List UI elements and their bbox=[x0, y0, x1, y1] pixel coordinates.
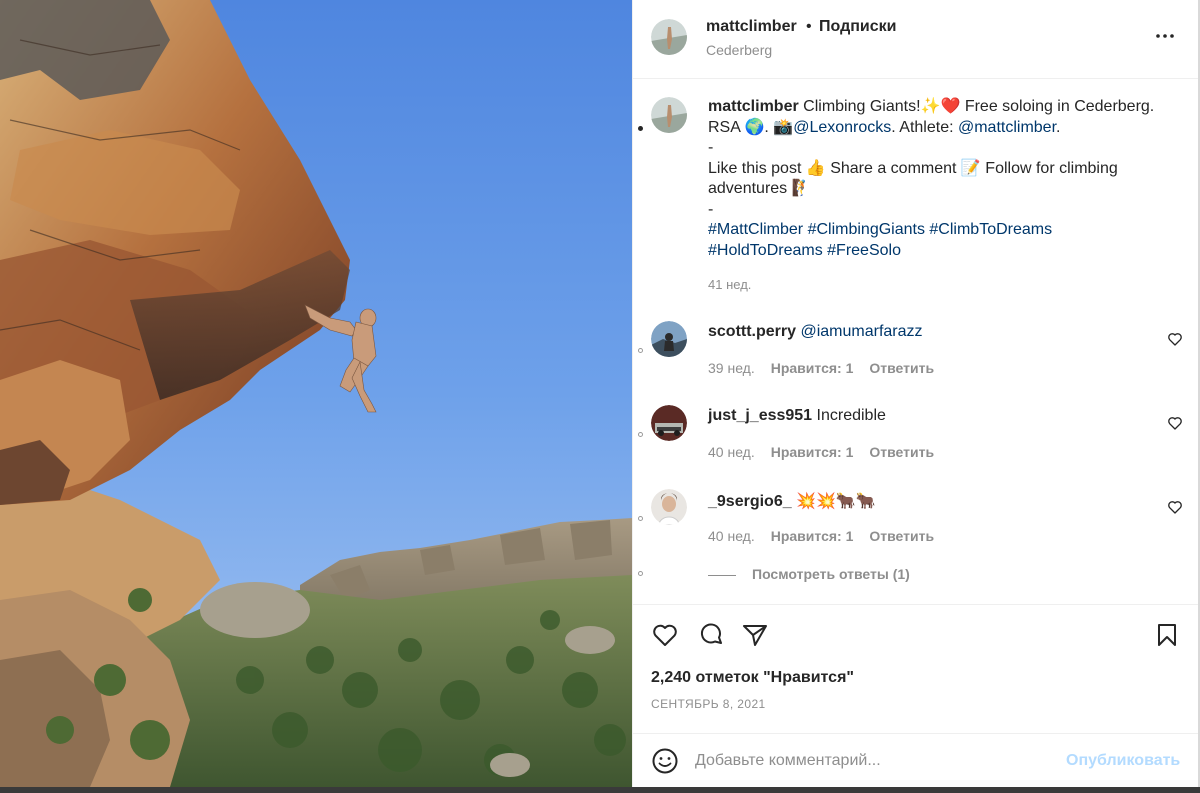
comment-icon[interactable] bbox=[697, 621, 725, 649]
mention-link[interactable]: @iamumarfarazz bbox=[800, 323, 922, 340]
author-avatar[interactable] bbox=[651, 97, 687, 133]
reply-button[interactable]: Ответить bbox=[869, 444, 934, 460]
reply-button[interactable]: Ответить bbox=[869, 360, 934, 376]
post-detail-panel: mattclimber • Подписки Cederberg mattcli… bbox=[632, 0, 1199, 787]
caption-username[interactable]: mattclimber bbox=[708, 98, 799, 115]
post-date[interactable]: СЕНТЯБРЬ 8, 2021 bbox=[651, 697, 766, 711]
comment-meta: 40 нед. Нравится: 1 Ответить bbox=[708, 528, 950, 544]
comment-username[interactable]: scottt.perry bbox=[708, 323, 796, 340]
share-icon[interactable] bbox=[741, 621, 769, 649]
emoji-icon[interactable] bbox=[651, 747, 679, 775]
commenter-avatar[interactable] bbox=[651, 405, 687, 441]
commenter-avatar[interactable] bbox=[651, 321, 687, 357]
list-bullet bbox=[638, 348, 643, 353]
mention-link[interactable]: @mattclimber bbox=[958, 119, 1056, 136]
comment-likes[interactable]: Нравится: 1 bbox=[771, 360, 854, 376]
likes-count[interactable]: 2,240 отметок "Нравится" bbox=[651, 669, 854, 687]
comment-time[interactable]: 40 нед. bbox=[708, 444, 755, 460]
comment-text: just_j_ess951 Incredible bbox=[708, 407, 886, 425]
replies-dash bbox=[708, 574, 736, 576]
comment-item: scottt.perry @iamumarfarazz 39 нед. Нрави… bbox=[633, 321, 1199, 405]
comment-text: scottt.perry @iamumarfarazz bbox=[708, 323, 923, 341]
author-avatar[interactable] bbox=[651, 19, 687, 55]
caption-dash: - bbox=[708, 139, 714, 156]
following-button[interactable]: Подписки bbox=[819, 18, 896, 36]
heart-icon[interactable] bbox=[1167, 415, 1183, 431]
post-actions: 2,240 отметок "Нравится" СЕНТЯБРЬ 8, 202… bbox=[633, 604, 1199, 787]
caption-timestamp[interactable]: 41 нед. bbox=[708, 277, 751, 292]
comment-body: Incredible bbox=[812, 407, 886, 424]
comment-text: _9sergio6_ 💥💥🐂🐂 bbox=[708, 491, 876, 511]
comment-likes[interactable]: Нравится: 1 bbox=[771, 528, 854, 544]
comment-body: 💥💥🐂🐂 bbox=[791, 493, 876, 510]
mention-link[interactable]: @Lexonrocks bbox=[793, 119, 891, 136]
background-strip bbox=[0, 787, 1200, 793]
post-photo[interactable] bbox=[0, 0, 632, 787]
post-header: mattclimber • Подписки Cederberg bbox=[633, 0, 1199, 79]
caption-dash: - bbox=[708, 200, 714, 218]
bookmark-icon[interactable] bbox=[1153, 621, 1181, 649]
reply-button[interactable]: Ответить bbox=[869, 528, 934, 544]
comment-item: just_j_ess951 Incredible 40 нед. Нравится… bbox=[633, 405, 1199, 489]
heart-icon[interactable] bbox=[1167, 331, 1183, 347]
caption-text: mattclimber Climbing Giants!✨❤️ Free sol… bbox=[708, 97, 1168, 296]
view-replies-button[interactable]: Посмотреть ответы (1) bbox=[708, 566, 910, 584]
header-separator: • bbox=[806, 18, 812, 35]
comment-meta: 39 нед. Нравится: 1 Ответить bbox=[708, 360, 950, 376]
comment-item: _9sergio6_ 💥💥🐂🐂 40 нед. Нравится: 1 Ответи… bbox=[633, 489, 1199, 573]
view-replies-label: Посмотреть ответы (1) bbox=[752, 566, 910, 582]
list-bullet bbox=[638, 571, 643, 576]
hashtag-links[interactable]: #MattClimber #ClimbingGiants #ClimbToDre… bbox=[708, 221, 1052, 259]
list-bullet bbox=[638, 516, 643, 521]
comment-meta: 40 нед. Нравится: 1 Ответить bbox=[708, 444, 950, 460]
post-viewer: mattclimber • Подписки Cederberg mattcli… bbox=[0, 0, 1200, 793]
climbing-photo bbox=[0, 0, 632, 787]
list-bullet bbox=[638, 126, 643, 131]
heart-icon[interactable] bbox=[1167, 499, 1183, 515]
comment-time[interactable]: 40 нед. bbox=[708, 528, 755, 544]
comment-username[interactable]: just_j_ess951 bbox=[708, 407, 812, 424]
caption-line: . Athlete: bbox=[891, 118, 958, 136]
commenter-avatar[interactable] bbox=[651, 489, 687, 525]
comment-likes[interactable]: Нравится: 1 bbox=[771, 444, 854, 460]
comment-input[interactable] bbox=[695, 746, 1055, 776]
publish-button[interactable]: Опубликовать bbox=[1066, 752, 1180, 770]
list-bullet bbox=[638, 432, 643, 437]
post-location[interactable]: Cederberg bbox=[706, 42, 772, 58]
more-horizontal-icon[interactable] bbox=[1153, 28, 1177, 44]
comment-time[interactable]: 39 нед. bbox=[708, 360, 755, 376]
author-username[interactable]: mattclimber bbox=[706, 18, 797, 36]
caption-line: Like this post 👍 Share a comment 📝 Follo… bbox=[708, 159, 1118, 198]
caption-line: . bbox=[1056, 118, 1061, 136]
comment-username[interactable]: _9sergio6_ bbox=[708, 493, 792, 510]
heart-icon[interactable] bbox=[651, 621, 679, 649]
comment-form: Опубликовать bbox=[633, 733, 1199, 788]
